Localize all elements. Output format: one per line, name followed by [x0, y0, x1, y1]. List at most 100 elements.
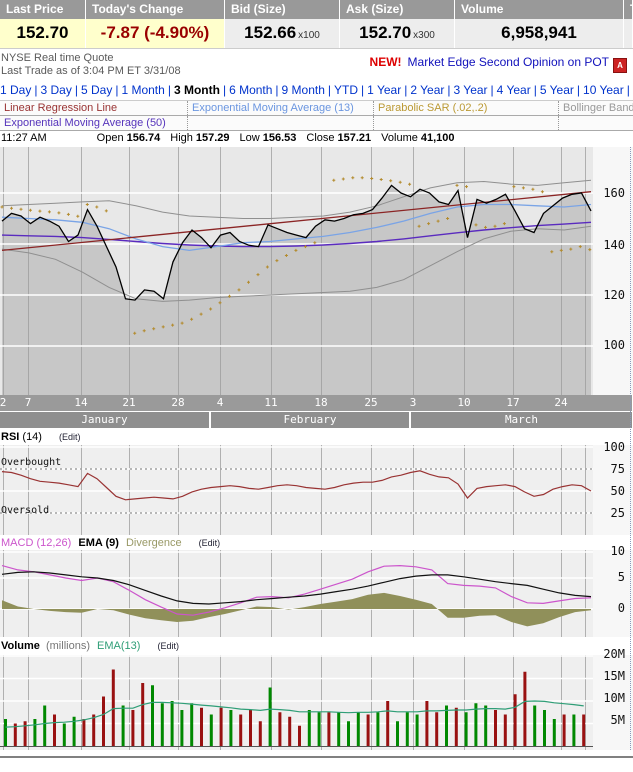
price-ytick: 140 [603, 238, 625, 252]
month-label: March [411, 412, 632, 428]
month-label: February [211, 412, 409, 428]
volume-edit-link[interactable]: (Edit) [158, 641, 180, 651]
market-edge-link[interactable]: Market Edge Second Opinion on POT [408, 55, 609, 69]
macd-ytick: 0 [618, 601, 625, 615]
volume-panel-label: Volume (millions) EMA(13) (Edit) [1, 640, 179, 653]
ohlc-value: 157.29 [196, 132, 230, 144]
legend-item: Exponential Moving Average (50) [0, 116, 188, 130]
date-tick: 14 [70, 396, 92, 410]
new-badge: NEW! [370, 55, 402, 69]
indicator-legend: Linear Regression LineExponential Moving… [0, 100, 633, 131]
tab-10-year[interactable]: 10 Year [583, 83, 624, 97]
quote-value-cell [624, 19, 632, 48]
quote-header-cell: Volume [455, 0, 623, 19]
quote-value: 152.66 [244, 23, 296, 42]
macd-edit-link[interactable]: (Edit) [199, 538, 221, 548]
volume-ema-label: EMA(13) [97, 640, 140, 652]
tab-5-year[interactable]: 5 Year [540, 83, 574, 97]
rsi-panel-label: RSI (14) (Edit) [1, 431, 81, 444]
legend-row: Exponential Moving Average (50) [0, 116, 633, 131]
legend-item: Bollinger Bands (2 [559, 101, 633, 115]
legend-item [559, 116, 633, 130]
tab-separator: | [361, 83, 364, 97]
vol-ytick: 10M [603, 691, 625, 705]
macd-title: MACD (12,26) [1, 537, 71, 549]
date-tick: 7 [17, 396, 39, 410]
pdf-icon[interactable]: A [613, 58, 627, 73]
date-tick: 3 [402, 396, 424, 410]
tab-separator: | [447, 83, 450, 97]
date-tick: 10 [453, 396, 475, 410]
quote-value: 152.70 [359, 23, 411, 42]
ohlc-label: Open [97, 132, 124, 144]
price-ytick: 160 [603, 186, 625, 200]
tab-separator: | [275, 83, 278, 97]
rsi-title: RSI [1, 431, 19, 443]
legend-item: Exponential Moving Average (13) [188, 101, 374, 115]
vol-ytick: 5M [611, 713, 625, 727]
tab-1-year[interactable]: 1 Year [367, 83, 401, 97]
ohlc-value: 156.74 [127, 132, 161, 144]
overbought-label: Overbought [1, 457, 61, 468]
ohlc-value: 157.21 [338, 132, 372, 144]
rsi-chart [0, 445, 593, 535]
axis-tick-dots [630, 147, 631, 750]
ohlc-label: Close [306, 132, 334, 144]
legend-item [188, 116, 374, 130]
tab-4-year[interactable]: 4 Year [497, 83, 531, 97]
ohlc-row: 11:27 AMOpen156.74High157.29Low156.53Clo… [1, 131, 633, 147]
tab-3-day[interactable]: 3 Day [40, 83, 71, 97]
quote-column: Last Price152.70 [0, 0, 85, 48]
tab-5-day[interactable]: 5 Day [81, 83, 112, 97]
date-tick: 24 [550, 396, 572, 410]
date-tick: 11 [260, 396, 282, 410]
tab-1-month[interactable]: 1 Month [121, 83, 164, 97]
date-tick: 25 [360, 396, 382, 410]
quote-value: -7.87 (-4.90%) [101, 23, 210, 42]
tab-separator: | [34, 83, 37, 97]
quote-table: Last Price152.70Today's Change-7.87 (-4.… [0, 0, 633, 49]
tab-6-month[interactable]: 6 Month [229, 83, 272, 97]
quote-column: Today's Change-7.87 (-4.90%) [86, 0, 224, 48]
tab-separator: | [75, 83, 78, 97]
tab-3-year[interactable]: 3 Year [454, 83, 488, 97]
time-range-tabs: 1 Day|3 Day|5 Day|1 Month|3 Month|6 Mont… [0, 81, 633, 99]
oversold-label: Oversold [1, 505, 49, 516]
quote-size: x300 [413, 30, 435, 41]
tab-separator: | [328, 83, 331, 97]
tab-3-month[interactable]: 3 Month [174, 83, 220, 97]
month-label: January [0, 412, 209, 428]
macd-ytick: 5 [618, 570, 625, 584]
bottom-divider [0, 756, 633, 758]
date-tick: 28 [167, 396, 189, 410]
quote-value-cell: 152.70 [0, 19, 85, 48]
date-tick: 2 [0, 396, 14, 410]
tab-separator: | [168, 83, 171, 97]
tab-1-day[interactable]: 1 Day [0, 83, 31, 97]
quote-header-cell: Last Price [0, 0, 85, 19]
tab-separator: | [115, 83, 118, 97]
macd-divergence-label: Divergence [126, 537, 182, 549]
price-chart [0, 147, 593, 395]
price-ytick: 120 [603, 288, 625, 302]
macd-ema-label: EMA (9) [78, 537, 119, 549]
quote-meta: NYSE Real time Quote Last Trade as of 3:… [1, 52, 181, 78]
tab-ytd[interactable]: YTD [334, 83, 358, 97]
tab-2-year[interactable]: 2 Year [410, 83, 444, 97]
date-tick: 18 [310, 396, 332, 410]
rsi-edit-link[interactable]: (Edit) [59, 432, 81, 442]
ohlc-label: Volume [381, 132, 418, 144]
quote-size: x100 [298, 30, 320, 41]
quote-header-cell: Bid (Size) [225, 0, 339, 19]
quote-column: Bid (Size) 152.66x100 [225, 0, 339, 48]
legend-item: Linear Regression Line [0, 101, 188, 115]
date-axis: 2714212841118253101724 [0, 395, 632, 412]
tab-9-month[interactable]: 9 Month [282, 83, 325, 97]
quote-column: Volume 6,958,941 [455, 0, 623, 48]
rsi-param: (14) [22, 431, 42, 443]
tab-separator: | [223, 83, 226, 97]
quote-header-cell: T [624, 0, 632, 19]
date-tick: 17 [502, 396, 524, 410]
quote-value: 6,958,941 [501, 23, 577, 42]
rsi-ytick: 25 [611, 506, 625, 520]
